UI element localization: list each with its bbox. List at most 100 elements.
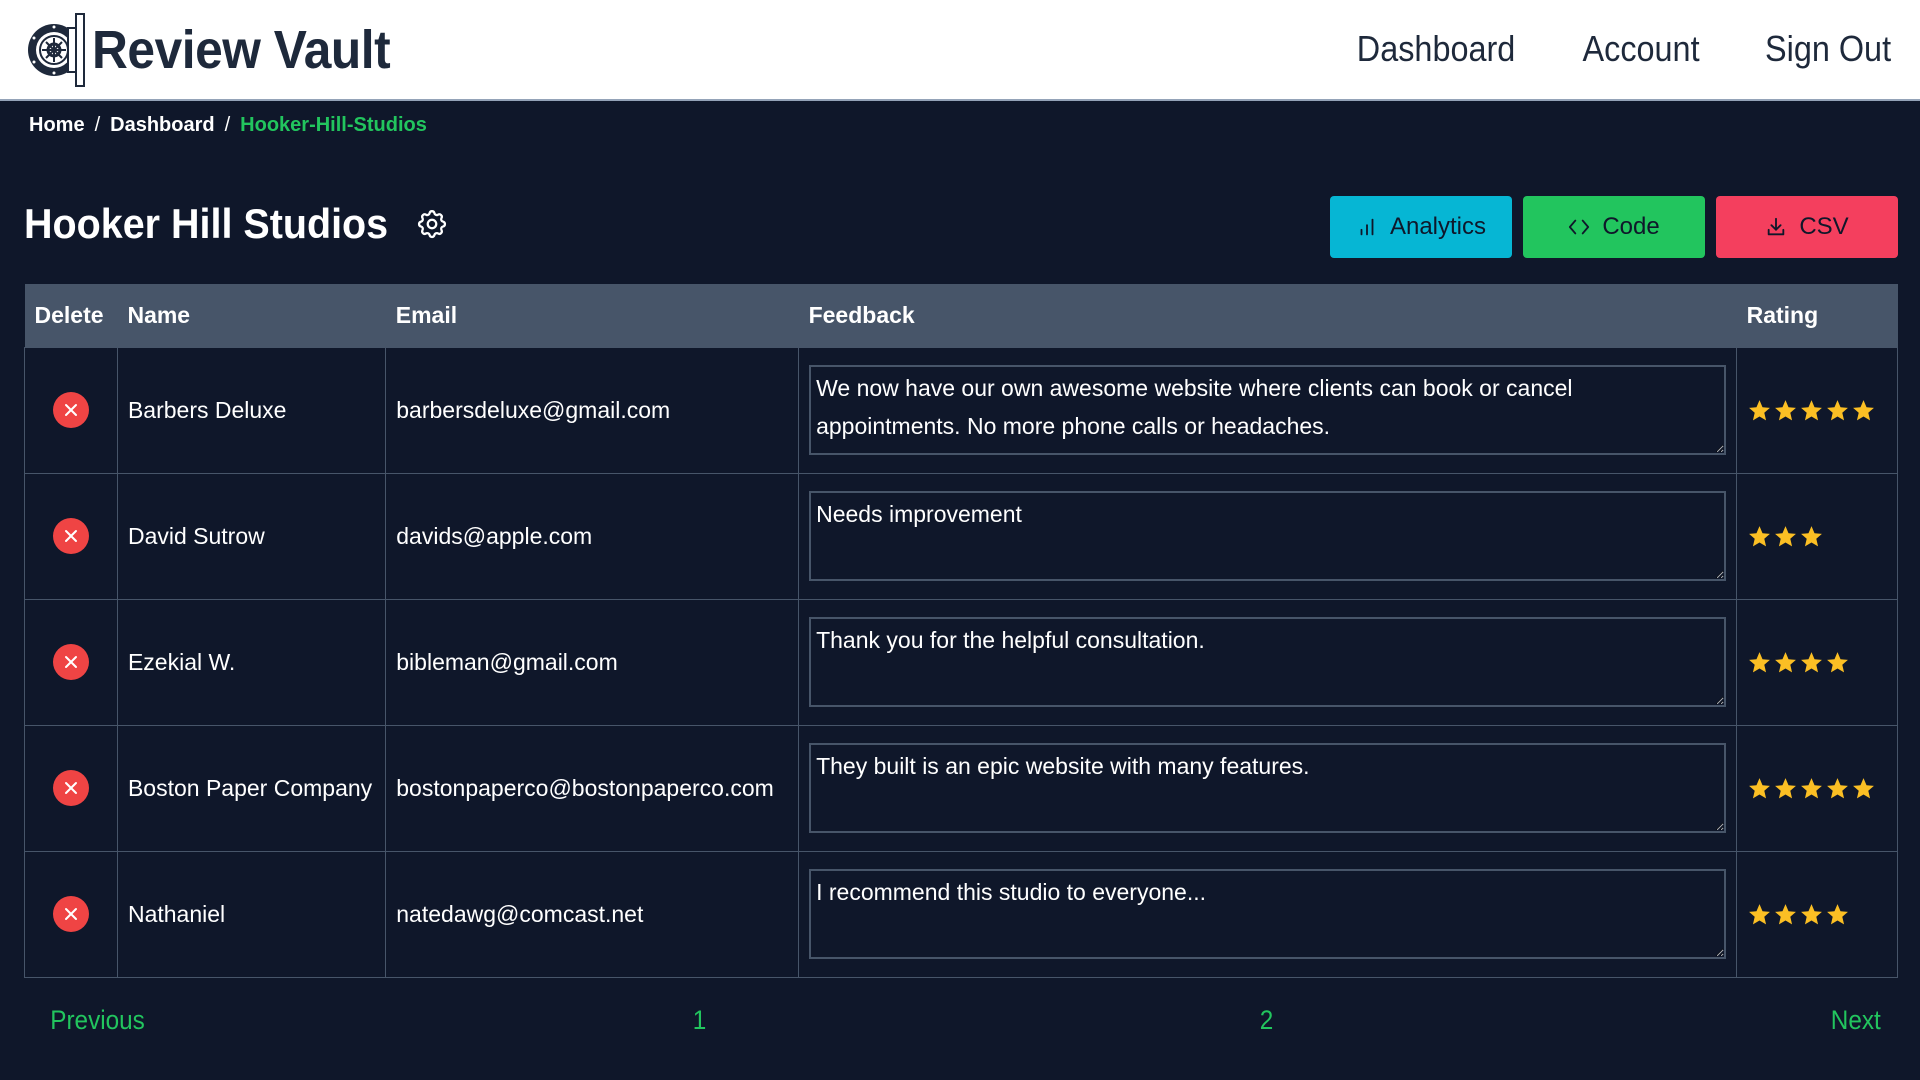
star-icon [1749, 399, 1771, 420]
breadcrumb-home[interactable]: Home [29, 114, 85, 137]
delete-cell [24, 598, 118, 726]
star-icon [1801, 525, 1823, 546]
breadcrumb-dashboard[interactable]: Dashboard [110, 114, 214, 137]
star-rating [1747, 398, 1887, 423]
delete-cell [24, 724, 118, 852]
rating-cell [1736, 850, 1898, 978]
name-cell: Barbers Deluxe [116, 346, 387, 474]
star-icon [1801, 399, 1823, 420]
star-icon [1827, 777, 1849, 798]
feedback-textarea[interactable]: Thank you for the helpful consultation. [809, 617, 1727, 707]
star-icon [1775, 777, 1797, 798]
code-button[interactable]: Code [1523, 196, 1705, 258]
column-header-email: Email [385, 284, 799, 347]
table-row: Barbers Deluxe barbersdeluxe@gmail.com We … [24, 346, 1898, 474]
star-icon [1853, 399, 1875, 420]
breadcrumb-current: Hooker-Hill-Studios [240, 114, 427, 136]
close-icon [64, 404, 77, 416]
reviews-table: Delete Name Email Feedback Rating Barber… [24, 284, 1898, 978]
star-rating [1747, 776, 1887, 801]
pagination-page-1[interactable]: 1 [693, 1005, 707, 1036]
close-icon [64, 908, 77, 920]
analytics-button[interactable]: Analytics [1330, 196, 1512, 258]
breadcrumb: Home / Dashboard / Hooker-Hill-Studios [29, 114, 427, 137]
delete-review-button[interactable] [52, 896, 89, 932]
gear-icon[interactable] [415, 207, 449, 241]
star-icon [1801, 903, 1823, 924]
feedback-textarea[interactable]: They built is an epic website with many … [809, 743, 1727, 833]
code-icon [1569, 219, 1590, 235]
star-icon [1827, 399, 1849, 420]
star-icon [1749, 651, 1771, 672]
star-icon [1801, 777, 1823, 798]
rating-cell [1736, 346, 1898, 474]
feedback-cell: I recommend this studio to everyone... [798, 850, 1738, 978]
star-icon [1775, 525, 1797, 546]
email-cell: barbersdeluxe@gmail.com [385, 346, 800, 474]
main-nav: Dashboard Account Sign Out [1348, 28, 1898, 70]
close-icon [64, 656, 77, 668]
table-header-row: Delete Name Email Feedback Rating [24, 284, 1898, 347]
table-row: Nathaniel natedawg@comcast.net I recommend… [24, 850, 1898, 978]
star-icon [1801, 651, 1823, 672]
feedback-textarea[interactable]: Needs improvement [809, 491, 1727, 581]
nav-account[interactable]: Account [1582, 28, 1699, 70]
star-icon [1749, 525, 1771, 546]
code-label: Code [1602, 213, 1660, 240]
delete-review-button[interactable] [52, 770, 89, 806]
email-cell: natedawg@comcast.net [385, 850, 800, 978]
feedback-textarea[interactable]: We now have our own awesome website wher… [809, 365, 1727, 455]
title-row: Hooker Hill Studios [24, 200, 449, 248]
close-icon [64, 782, 77, 794]
pagination: Previous 1 2 Next [0, 1005, 1920, 1049]
star-rating [1747, 902, 1887, 927]
rating-cell [1736, 598, 1898, 726]
name-cell: David Sutrow [116, 472, 387, 600]
star-rating [1747, 524, 1887, 549]
column-header-feedback: Feedback [798, 284, 1737, 347]
star-icon [1775, 399, 1797, 420]
csv-label: CSV [1799, 213, 1849, 240]
star-icon [1775, 651, 1797, 672]
table-row: David Sutrow davids@apple.com Needs improv… [24, 472, 1898, 600]
star-icon [1827, 903, 1849, 924]
table-row: Ezekial W. bibleman@gmail.com Thank you fo… [24, 598, 1898, 726]
rating-cell [1736, 472, 1898, 600]
delete-cell [24, 346, 118, 474]
logo[interactable]: Review Vault [24, 10, 416, 90]
feedback-cell: Needs improvement [798, 472, 1738, 600]
star-icon [1749, 777, 1771, 798]
star-rating [1747, 650, 1887, 675]
feedback-cell: We now have our own awesome website wher… [798, 346, 1738, 474]
star-icon [1827, 651, 1849, 672]
rating-cell [1736, 724, 1898, 852]
delete-review-button[interactable] [52, 644, 89, 680]
nav-dashboard[interactable]: Dashboard [1357, 28, 1516, 70]
download-icon [1768, 217, 1785, 236]
pagination-next[interactable]: Next [1831, 1005, 1881, 1036]
star-icon [1775, 903, 1797, 924]
delete-cell [24, 472, 118, 600]
delete-cell [24, 850, 118, 978]
csv-download-button[interactable]: CSV [1716, 196, 1898, 258]
table-row: Boston Paper Company bostonpaperco@boston… [24, 724, 1898, 852]
close-icon [64, 530, 77, 542]
breadcrumb-separator: / [224, 114, 231, 136]
breadcrumb-separator: / [94, 114, 101, 136]
name-cell: Boston Paper Company [116, 724, 387, 852]
star-icon [1749, 903, 1771, 924]
nav-sign-out[interactable]: Sign Out [1765, 28, 1891, 70]
email-cell: davids@apple.com [385, 472, 800, 600]
pagination-previous[interactable]: Previous [50, 1005, 145, 1036]
feedback-textarea[interactable]: I recommend this studio to everyone... [809, 869, 1727, 959]
delete-review-button[interactable] [52, 518, 89, 554]
column-header-delete: Delete [24, 284, 118, 347]
brand-name: Review Vault [92, 20, 391, 80]
vault-logo-icon [28, 13, 85, 87]
email-cell: bostonpaperco@bostonpaperco.com [385, 724, 800, 852]
delete-review-button[interactable] [52, 392, 89, 428]
top-header: Review Vault Dashboard Account Sign Out [0, 0, 1920, 101]
analytics-label: Analytics [1389, 213, 1487, 240]
pagination-page-2[interactable]: 2 [1260, 1005, 1274, 1036]
feedback-cell: They built is an epic website with many … [798, 724, 1738, 852]
